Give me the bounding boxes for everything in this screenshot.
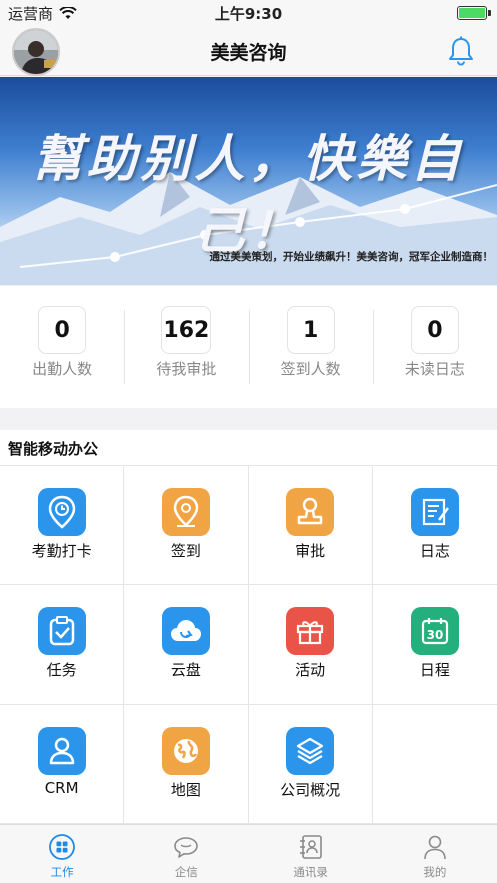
banner-slogan: 幫助别人，快樂自己！	[32, 129, 465, 260]
stats-row: 0 出勤人数 162 待我审批 1 签到人数 0 未读日志	[0, 286, 497, 408]
app-label: CRM	[44, 778, 79, 797]
battery-icon	[457, 6, 487, 20]
person-icon	[37, 726, 86, 775]
tab-bar: 工作 企信 通讯录 我的	[0, 824, 497, 883]
notebook-pen-icon	[410, 488, 459, 536]
app-label: 活动	[295, 661, 326, 680]
banner-caption: 通过美美策划，开始业绩飙升！美美咨询，冠军企业制造商！	[209, 251, 494, 263]
app-checkin[interactable]: 签到	[124, 466, 249, 586]
app-label: 审批	[295, 542, 326, 560]
section-header: 智能移动办公	[0, 430, 497, 466]
section-title: 智能移动办公	[8, 440, 99, 458]
app-attendance[interactable]: 考勤打卡	[0, 466, 125, 586]
status-bar: 运营商 上午9:30	[0, 0, 497, 26]
app-grid: 考勤打卡 签到 审批 日志 任务 云盘 活动 30 日程 CRM 地图 公司概况	[0, 466, 497, 824]
cloud-sync-icon	[161, 607, 210, 656]
stat-label: 未读日志	[404, 360, 465, 378]
chat-bubble-icon	[174, 837, 199, 858]
app-company-overview[interactable]: 公司概况	[248, 704, 373, 824]
tab-contacts[interactable]: 通讯录	[249, 825, 373, 883]
bell-icon[interactable]	[447, 36, 475, 66]
grid-icon	[49, 834, 76, 860]
page-title: 美美咨询	[210, 42, 287, 64]
nav-bar: 美美咨询	[0, 26, 497, 76]
stat-label: 出勤人数	[32, 360, 93, 378]
app-map[interactable]: 地图	[124, 704, 249, 824]
app-log[interactable]: 日志	[372, 466, 497, 586]
app-label: 日程	[419, 661, 450, 680]
app-approval[interactable]: 审批	[248, 466, 373, 586]
tab-label: 通讯录	[293, 865, 328, 879]
app-crm[interactable]: CRM	[0, 704, 125, 824]
stat-value: 162	[161, 306, 212, 354]
layers-icon	[286, 726, 335, 775]
stamp-icon	[286, 488, 335, 536]
app-label: 任务	[46, 661, 77, 680]
stat-label: 签到人数	[280, 360, 341, 378]
app-label: 公司概况	[280, 780, 341, 799]
calendar-30-icon: 30	[410, 607, 459, 656]
app-label: 地图	[170, 780, 201, 799]
stat-checkin[interactable]: 1 签到人数	[248, 286, 373, 408]
tab-label: 企信	[174, 865, 198, 879]
tab-work[interactable]: 工作	[0, 825, 124, 883]
map-pin-icon	[161, 488, 210, 536]
promo-banner[interactable]: 幫助别人，快樂自己！ 通过美美策划，开始业绩飙升！美美咨询，冠军企业制造商！	[0, 77, 497, 285]
app-activity[interactable]: 活动	[248, 585, 373, 705]
globe-icon	[161, 726, 210, 775]
tab-profile[interactable]: 我的	[373, 825, 497, 883]
app-task[interactable]: 任务	[0, 585, 125, 705]
stat-value: 0	[410, 306, 459, 354]
tab-label: 工作	[50, 865, 74, 879]
app-label: 考勤打卡	[31, 542, 92, 560]
gift-icon	[286, 607, 335, 656]
app-label: 签到	[170, 542, 201, 560]
tab-messages[interactable]: 企信	[124, 825, 248, 883]
stat-pending-approval[interactable]: 162 待我审批	[124, 286, 248, 408]
svg-text:30: 30	[427, 628, 444, 642]
user-icon	[424, 835, 446, 860]
tab-label: 我的	[423, 865, 447, 879]
contact-book-icon	[299, 835, 322, 859]
battery-tip	[488, 10, 491, 16]
stat-unread-logs[interactable]: 0 未读日志	[372, 286, 497, 408]
location-clock-icon	[37, 488, 86, 536]
stat-label: 待我审批	[156, 360, 217, 378]
app-label: 云盘	[170, 661, 201, 680]
clipboard-check-icon	[37, 607, 86, 656]
app-label: 日志	[419, 542, 450, 560]
app-cloud-drive[interactable]: 云盘	[124, 585, 249, 705]
app-empty-slot	[372, 705, 497, 824]
status-time: 上午9:30	[214, 5, 283, 23]
stat-value: 0	[38, 306, 87, 354]
stat-attendance[interactable]: 0 出勤人数	[0, 286, 124, 408]
app-schedule[interactable]: 30 日程	[372, 585, 497, 705]
stat-value: 1	[286, 306, 335, 354]
